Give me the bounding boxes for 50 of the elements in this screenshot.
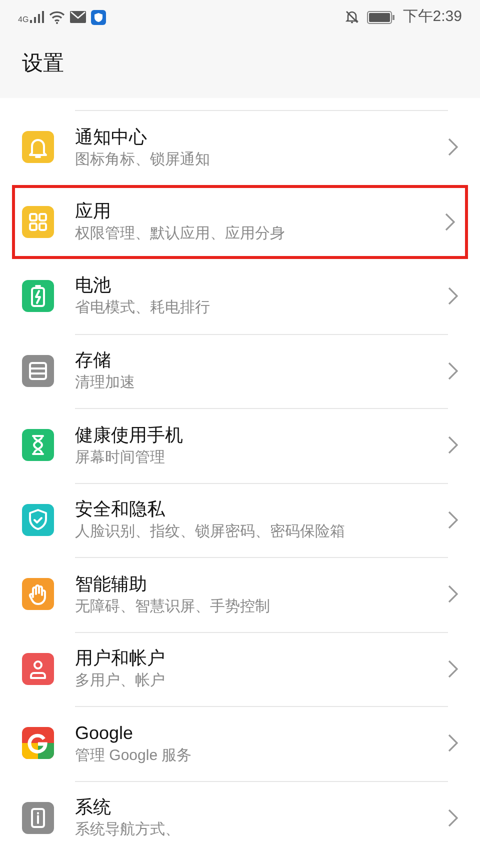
item-subtitle: 图标角标、锁屏通知: [75, 150, 210, 170]
settings-item[interactable]: 智能辅助 无障碍、智慧识屏、手势控制: [12, 557, 468, 632]
chevron-right-icon: [448, 808, 458, 827]
settings-item[interactable]: 应用 权限管理、默认应用、应用分身: [12, 184, 468, 259]
item-subtitle: 管理 Google 服务: [75, 746, 192, 766]
item-title: 应用: [75, 200, 111, 223]
chevron-right-icon: [448, 362, 458, 380]
chevron-right-icon: [448, 436, 458, 454]
chevron-right-icon: [448, 287, 458, 306]
google-icon: [22, 727, 54, 760]
item-subtitle: 人脸识别、指纹、锁屏密码、密码保险箱: [75, 522, 345, 542]
item-subtitle: 多用户、帐户: [75, 671, 165, 692]
item-title: 安全和隐私: [75, 498, 165, 522]
wifi-icon: [48, 10, 65, 24]
settings-item[interactable]: 用户和帐户 多用户、帐户: [12, 632, 468, 706]
chevron-right-icon: [448, 510, 458, 529]
item-title: 系统: [75, 796, 111, 820]
chevron-right-icon: [448, 138, 458, 156]
item-subtitle: 省电模式、耗电排行: [75, 298, 210, 318]
settings-item[interactable]: 系统 系统导航方式、: [12, 780, 468, 853]
item-subtitle: 无障碍、智慧识屏、手势控制: [75, 596, 270, 617]
chevron-right-icon: [448, 660, 458, 678]
settings-item[interactable]: 通知中心 图标角标、锁屏通知: [12, 110, 468, 184]
item-title: 用户和帐户: [75, 647, 165, 670]
item-subtitle: 屏幕时间管理: [75, 448, 165, 468]
network-label: 4G: [18, 14, 29, 26]
chevron-right-icon: [448, 734, 458, 752]
signal-icon: [30, 11, 44, 23]
settings-item[interactable]: 存储 清理加速: [12, 334, 468, 408]
status-time: 下午2:39: [402, 6, 462, 27]
page-title: 设置: [21, 51, 65, 77]
item-title: 通知中心: [75, 126, 147, 149]
item-title: 存储: [75, 349, 111, 372]
item-title: Google: [75, 722, 134, 745]
item-subtitle: 权限管理、默认应用、应用分身: [75, 224, 285, 244]
settings-item[interactable]: 安全和隐私 人脸识别、指纹、锁屏密码、密码保险箱: [12, 482, 468, 557]
mail-icon: [70, 11, 86, 23]
battery-icon: [366, 10, 395, 24]
item-title: 健康使用手机: [75, 424, 183, 447]
bell-muted-icon: [344, 10, 359, 24]
chevron-right-icon: [445, 212, 455, 231]
shield-app-icon: [90, 10, 106, 24]
settings-item[interactable]: 健康使用手机 屏幕时间管理: [12, 408, 468, 482]
settings-item[interactable]: 电池 省电模式、耗电排行: [12, 259, 468, 334]
settings-item[interactable]: Google 管理 Google 服务: [12, 706, 468, 780]
item-subtitle: 系统导航方式、: [75, 820, 180, 840]
item-title: 智能辅助: [75, 572, 147, 596]
item-subtitle: 清理加速: [75, 373, 135, 394]
item-title: 电池: [75, 274, 111, 298]
chevron-right-icon: [448, 585, 458, 604]
